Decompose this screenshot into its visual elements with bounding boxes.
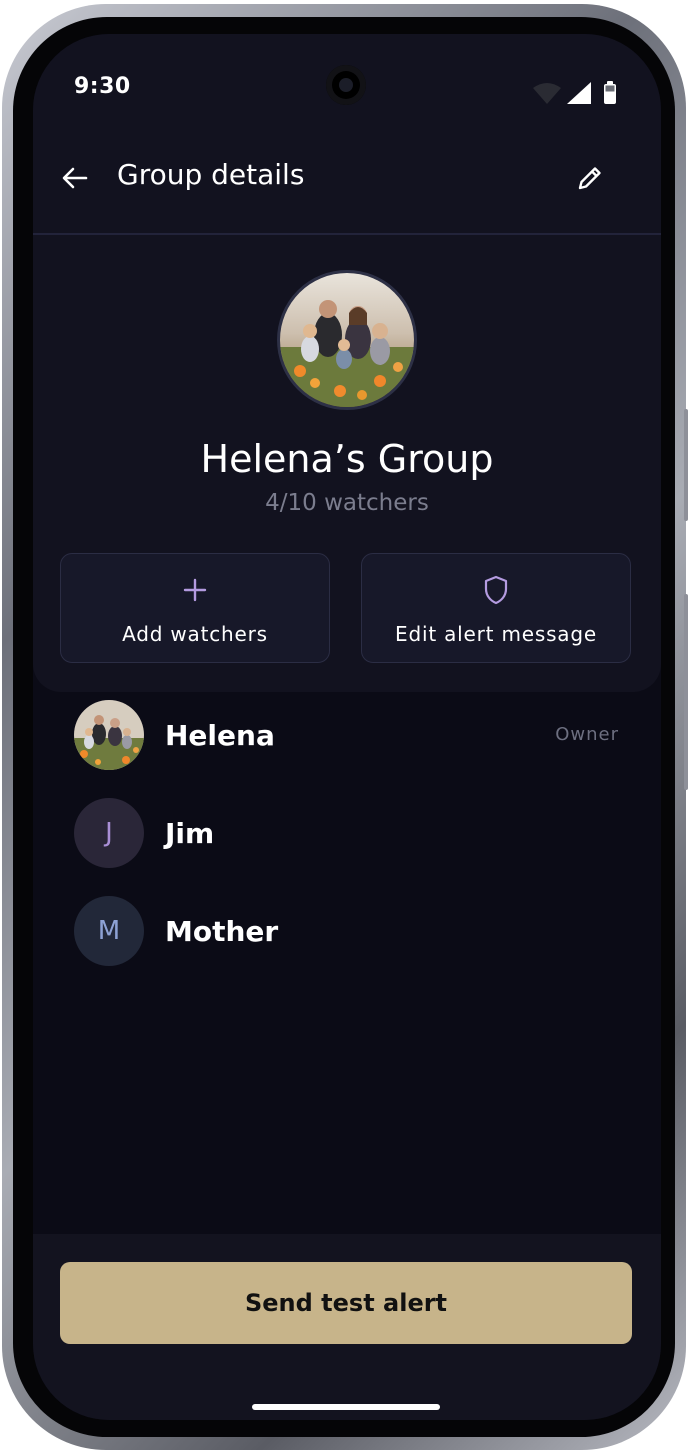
phone-frame: 9:30 Group details Helena’s Group 4/10 w… (2, 4, 688, 1450)
status-time: 9:30 (74, 74, 131, 99)
add-watchers-label: Add watchers (122, 622, 268, 646)
watchers-count: 4/10 watchers (265, 490, 429, 516)
group-name: Helena’s Group (200, 437, 494, 481)
signal-icon (567, 82, 591, 104)
group-header-panel: 9:30 Group details Helena’s Group 4/10 w… (33, 34, 661, 692)
volume-up-button (684, 409, 688, 521)
status-icons (533, 81, 616, 104)
front-camera (326, 65, 366, 105)
page-title: Group details (117, 158, 305, 191)
member-name: Helena (165, 719, 275, 752)
member-role: Owner (555, 724, 619, 745)
helena-photo (74, 700, 144, 770)
member-row-helena[interactable]: Helena Owner (74, 700, 634, 770)
member-row-jim[interactable]: J Jim (74, 798, 634, 868)
shield-icon (484, 575, 508, 605)
member-name: Jim (165, 817, 215, 850)
back-arrow-icon[interactable] (59, 162, 91, 194)
member-name: Mother (165, 915, 279, 948)
avatar (74, 700, 144, 770)
wifi-icon (533, 83, 561, 104)
avatar: J (74, 798, 144, 868)
send-test-alert-button[interactable]: Send test alert (60, 1262, 632, 1344)
screen: 9:30 Group details Helena’s Group 4/10 w… (33, 34, 661, 1420)
pencil-icon[interactable] (574, 162, 606, 194)
edit-alert-message-label: Edit alert message (395, 622, 597, 646)
edit-alert-message-button[interactable]: Edit alert message (361, 553, 631, 663)
add-watchers-button[interactable]: Add watchers (60, 553, 330, 663)
member-row-mother[interactable]: M Mother (74, 896, 634, 966)
bottom-bar: Send test alert (33, 1234, 661, 1420)
power-button (684, 594, 688, 790)
group-avatar[interactable] (277, 270, 417, 410)
header-divider (33, 233, 661, 235)
home-indicator[interactable] (252, 1404, 440, 1410)
phone-bezel: 9:30 Group details Helena’s Group 4/10 w… (13, 17, 675, 1437)
avatar: M (74, 896, 144, 966)
family-photo (280, 273, 414, 407)
plus-icon (183, 578, 207, 602)
